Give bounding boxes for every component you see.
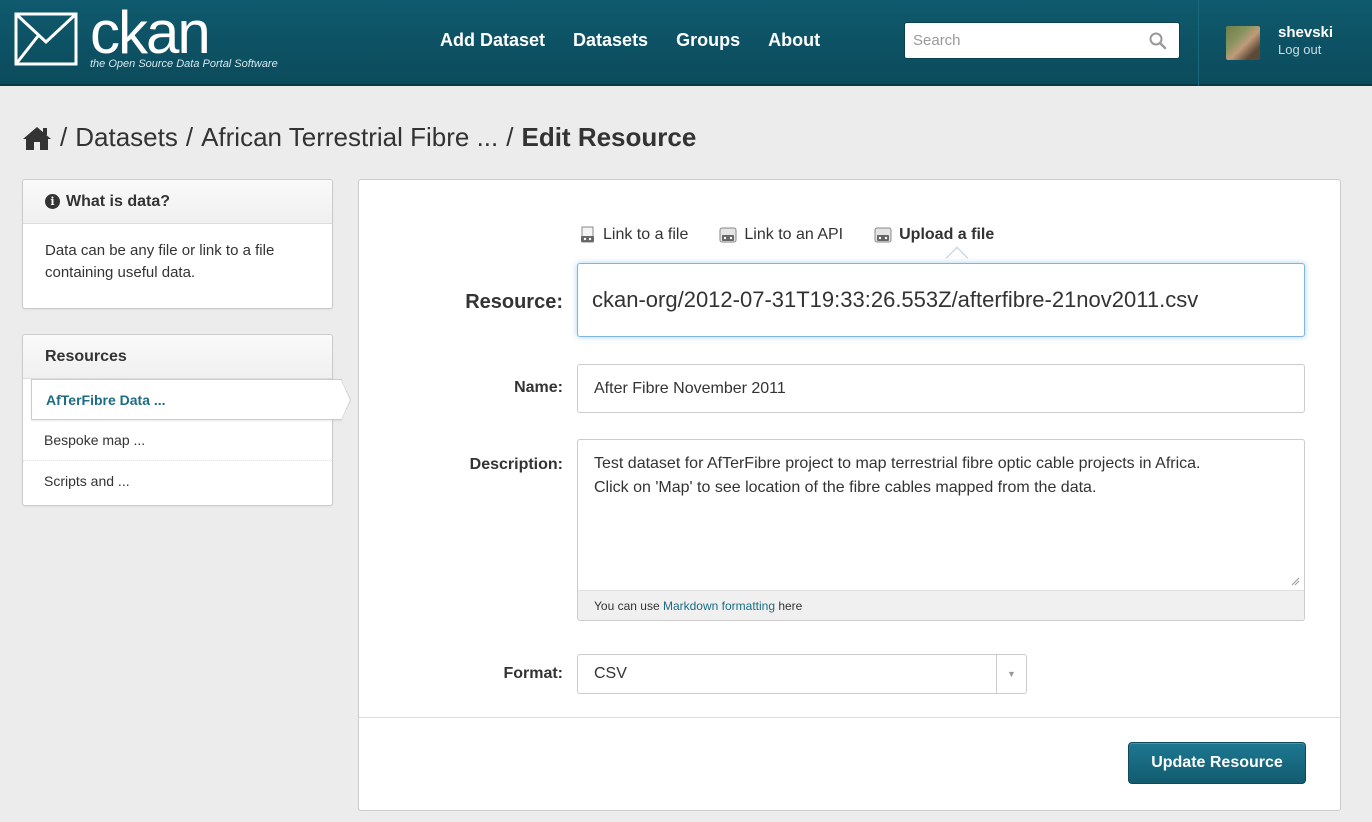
markdown-hint-suffix: here bbox=[775, 599, 803, 613]
ckan-logo[interactable]: ckan the Open Source Data Portal Softwar… bbox=[14, 0, 314, 80]
description-text[interactable]: Test dataset for AfTerFibre project to m… bbox=[578, 440, 1304, 590]
info-module: i What is data? Data can be any file or … bbox=[22, 179, 333, 309]
tab-label: Link to a file bbox=[603, 226, 689, 243]
breadcrumb-current: Edit Resource bbox=[521, 122, 697, 152]
api-icon bbox=[719, 227, 737, 243]
resource-form-panel: Link to a file Link to an API Upload a f… bbox=[358, 179, 1341, 811]
file-icon bbox=[581, 226, 594, 243]
logo-tagline: the Open Source Data Portal Software bbox=[90, 58, 278, 70]
logout-link[interactable]: Log out bbox=[1278, 42, 1321, 57]
markdown-hint: You can use Markdown formatting here bbox=[578, 590, 1304, 620]
breadcrumb-separator: / bbox=[185, 122, 194, 152]
info-title: What is data? bbox=[66, 192, 171, 210]
breadcrumb-datasets[interactable]: Datasets bbox=[75, 122, 178, 153]
logo-wordmark: ckan bbox=[90, 0, 211, 66]
upload-icon bbox=[874, 227, 892, 243]
form-divider bbox=[359, 717, 1340, 718]
resource-url-field[interactable]: ckan-org/2012-07-31T19:33:26.553Z/afterf… bbox=[577, 263, 1305, 337]
description-line: Click on 'Map' to see location of the fi… bbox=[594, 479, 1097, 496]
avatar[interactable] bbox=[1226, 26, 1260, 60]
name-label: Name: bbox=[514, 379, 563, 396]
resource-item-label: Bespoke map ... bbox=[44, 432, 146, 448]
active-indicator-fill bbox=[341, 380, 350, 420]
breadcrumb: / Datasets / African Terrestrial Fibre .… bbox=[22, 122, 696, 153]
markdown-hint-prefix: You can use bbox=[594, 599, 663, 613]
user-name[interactable]: shevski bbox=[1278, 24, 1333, 41]
tab-link-api[interactable]: Link to an API bbox=[718, 226, 843, 244]
tab-link-file[interactable]: Link to a file bbox=[579, 226, 688, 244]
nav-add-dataset[interactable]: Add Dataset bbox=[440, 30, 545, 51]
info-body: Data can be any file or link to a file c… bbox=[45, 242, 275, 281]
breadcrumb-dataset[interactable]: African Terrestrial Fibre ... bbox=[201, 122, 498, 153]
format-label: Format: bbox=[503, 665, 563, 682]
resource-label: Resource: bbox=[465, 291, 563, 313]
resources-module: Resources AfTerFibre Data ... Bespoke ma… bbox=[22, 334, 351, 506]
tab-label: Upload a file bbox=[899, 226, 995, 243]
resources-heading: Resources bbox=[23, 335, 332, 379]
resources-title: Resources bbox=[45, 347, 127, 365]
description-field[interactable]: Test dataset for AfTerFibre project to m… bbox=[577, 439, 1305, 621]
chevron-down-icon[interactable]: ▼ bbox=[996, 655, 1026, 693]
nav-about[interactable]: About bbox=[768, 30, 820, 51]
search-input[interactable] bbox=[905, 23, 1145, 58]
resource-item[interactable]: Scripts and ... bbox=[23, 461, 332, 502]
resource-item-label: Scripts and ... bbox=[44, 473, 130, 489]
home-icon[interactable] bbox=[22, 125, 52, 151]
format-value: CSV bbox=[594, 665, 627, 682]
search-box bbox=[904, 22, 1180, 59]
description-line: Test dataset for AfTerFibre project to m… bbox=[594, 455, 1201, 472]
resource-item-label: AfTerFibre Data ... bbox=[46, 392, 166, 408]
header-divider bbox=[1198, 0, 1199, 86]
resources-list: AfTerFibre Data ... Bespoke map ... Scri… bbox=[23, 379, 351, 502]
name-field[interactable]: After Fibre November 2011 bbox=[577, 364, 1305, 413]
breadcrumb-separator: / bbox=[506, 122, 514, 152]
markdown-link[interactable]: Markdown formatting bbox=[663, 599, 775, 613]
info-icon: i bbox=[45, 194, 60, 209]
resource-source-tabs: Link to a file Link to an API Upload a f… bbox=[579, 226, 994, 244]
nav-groups[interactable]: Groups bbox=[676, 30, 740, 51]
tab-label: Link to an API bbox=[744, 226, 844, 243]
search-icon[interactable] bbox=[1149, 32, 1167, 50]
nav-datasets[interactable]: Datasets bbox=[573, 30, 648, 51]
format-select[interactable]: CSV ▼ bbox=[577, 654, 1027, 694]
info-heading: i What is data? bbox=[23, 180, 332, 224]
envelope-logo-icon bbox=[14, 12, 78, 66]
resource-item[interactable]: Bespoke map ... bbox=[23, 420, 332, 461]
breadcrumb-separator: / bbox=[60, 122, 68, 152]
resource-item-active[interactable]: AfTerFibre Data ... bbox=[31, 379, 351, 421]
site-header: ckan the Open Source Data Portal Softwar… bbox=[0, 0, 1372, 86]
resize-grip-icon[interactable] bbox=[1290, 576, 1300, 586]
main-nav: Add Dataset Datasets Groups About bbox=[440, 30, 848, 51]
description-label: Description: bbox=[469, 456, 563, 473]
tab-upload-file[interactable]: Upload a file bbox=[873, 226, 994, 244]
update-resource-button[interactable]: Update Resource bbox=[1128, 742, 1306, 784]
